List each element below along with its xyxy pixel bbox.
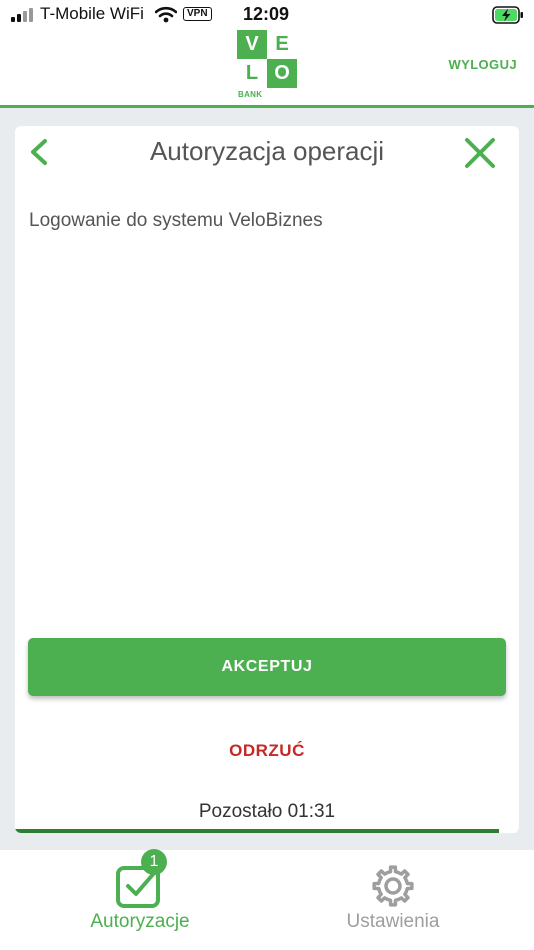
time-progress-bar [15,829,519,833]
authorization-card: Autoryzacja operacji Logowanie do system… [15,126,519,833]
logo-letter: E [267,30,297,59]
remaining-time: Pozostało 01:31 [198,801,336,822]
bottom-tab-bar: 1 Autoryzacje Ustawienia [0,849,534,950]
operation-description: Logowanie do systemu VeloBiznes [29,210,323,231]
logo-letter: O [267,59,297,88]
accept-button[interactable]: AKCEPTUJ [28,638,506,696]
logo-subtitle: BANK [238,90,263,99]
cellular-signal-icon [11,8,35,22]
time-progress-fill [15,829,499,833]
app-header: V E L O BANK WYLOGUJ [0,30,534,108]
page-title: Autoryzacja operacji [149,136,385,166]
logout-button[interactable]: WYLOGUJ [448,57,517,72]
carrier-name: T-Mobile WiFi [40,4,144,23]
status-bar: T-Mobile WiFi VPN 12:09 [0,0,534,30]
logo-letter: V [237,30,267,59]
battery-charging-icon [492,6,523,24]
notification-badge: 1 [141,849,167,875]
tab-settings[interactable]: Ustawienia [308,850,478,950]
logo-letter: L [237,59,267,88]
tab-authorizations[interactable]: 1 Autoryzacje [55,849,225,950]
vpn-badge: VPN [183,7,212,21]
wifi-icon [155,6,177,23]
gear-icon [372,865,414,907]
tab-label: Autoryzacje [90,911,190,932]
close-icon[interactable] [463,136,497,170]
tab-label: Ustawienia [346,911,440,932]
velobank-logo: V E L O BANK [237,30,297,99]
status-time: 12:09 [243,4,290,24]
reject-button[interactable]: ODRZUĆ [15,741,519,761]
